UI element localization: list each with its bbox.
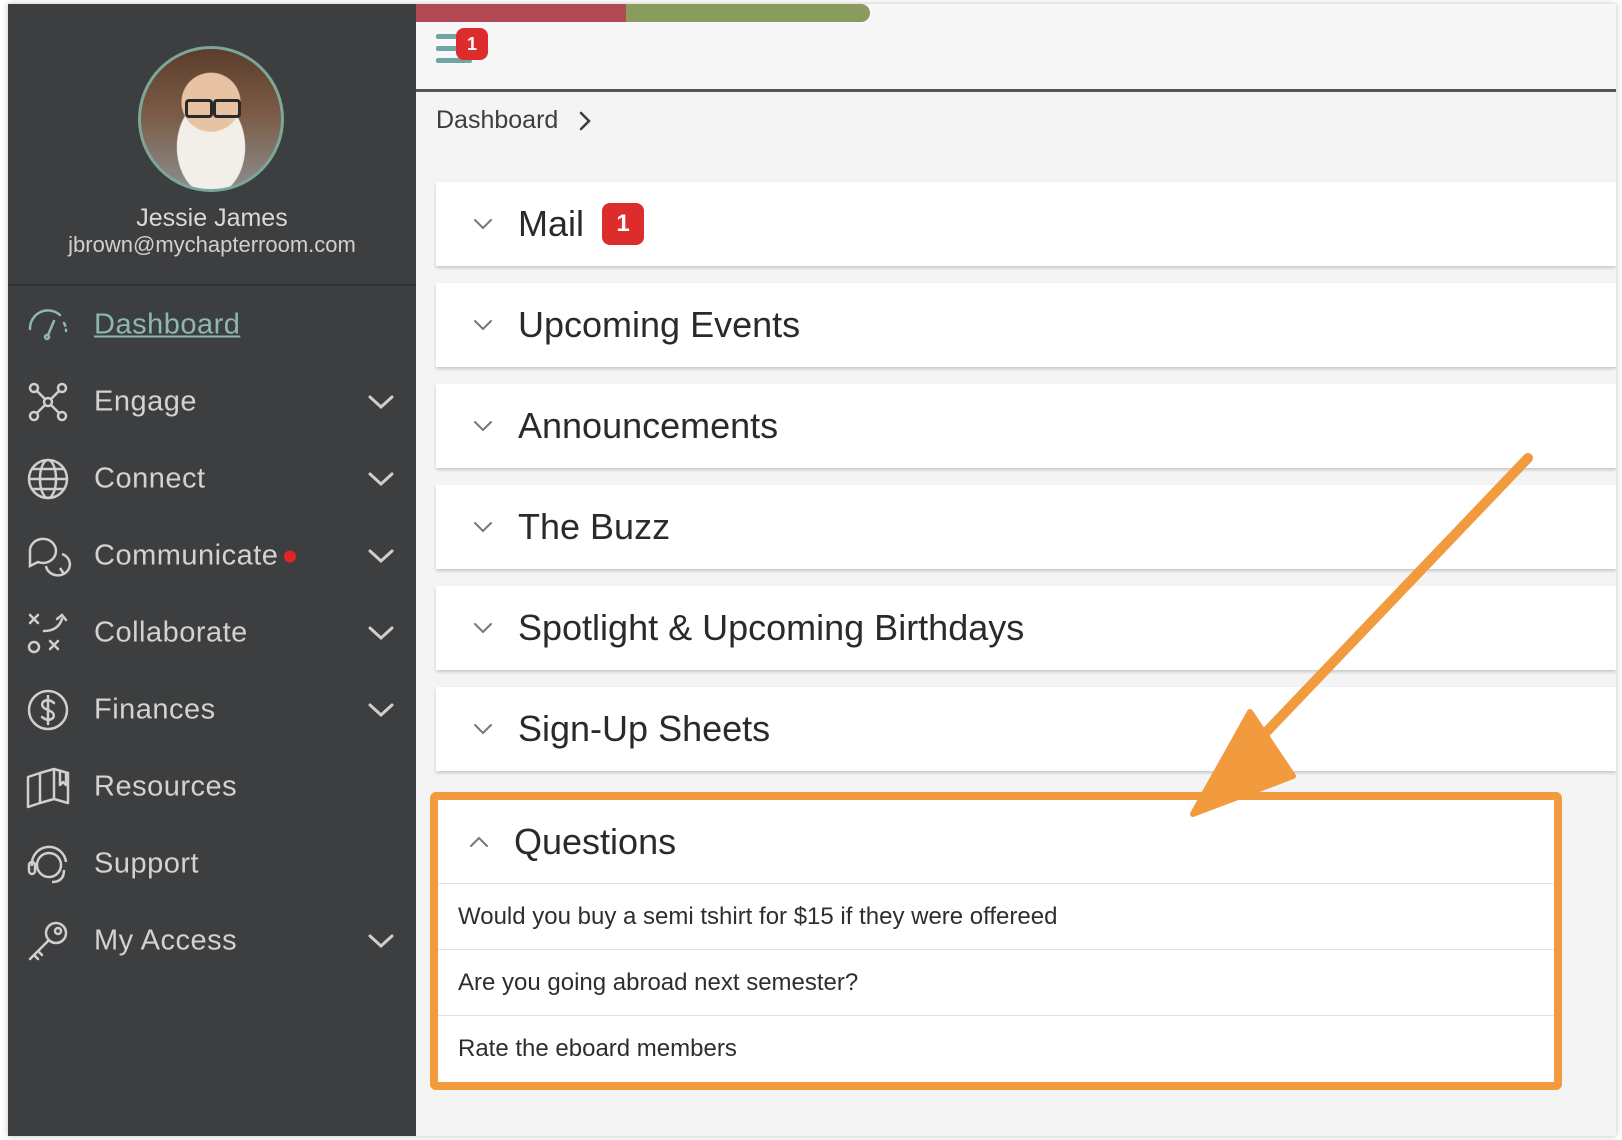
sidebar-item-connect[interactable]: Connect [8, 440, 416, 517]
sidebar-nav: Dashboard Engage Connect Communicate Col… [8, 286, 416, 979]
panel-title-text: Mail [518, 203, 585, 244]
strategy-icon [27, 612, 68, 653]
panel-spotlight-birthdays[interactable]: Spotlight & Upcoming Birthdays [436, 586, 1616, 670]
sidebar-item-label: Dashboard [94, 308, 241, 340]
panel-title: Mail 1 [518, 203, 645, 245]
panel-title: Questions [514, 820, 677, 862]
chevron-down-icon[interactable] [472, 621, 494, 635]
panel-title: Announcements [518, 405, 779, 446]
panel-title: Spotlight & Upcoming Birthdays [518, 607, 1025, 648]
chevron-down-icon[interactable] [366, 546, 396, 566]
chevron-right-icon [580, 111, 592, 130]
questions-header[interactable]: Questions [438, 800, 1554, 884]
notification-dot [284, 550, 297, 563]
panel-title: The Buzz [518, 506, 671, 547]
chevron-down-icon[interactable] [366, 931, 396, 951]
panel-upcoming-events[interactable]: Upcoming Events [436, 283, 1616, 367]
chevron-down-icon[interactable] [366, 623, 396, 643]
chevron-up-icon[interactable] [468, 835, 490, 849]
progress-bar-segment [626, 4, 870, 22]
chat-bubbles-icon [28, 537, 72, 577]
breadcrumb: Dashboard [436, 106, 592, 135]
question-item[interactable]: Are you going abroad next semester? [438, 950, 1554, 1016]
sidebar: Jessie James jbrown@mychapterroom.com Da… [8, 4, 416, 1136]
mail-count-badge: 1 [602, 203, 645, 245]
sidebar-item-label: Resources [94, 770, 238, 802]
progress-bar-segment [416, 4, 626, 22]
question-item[interactable]: Would you buy a semi tshirt for $15 if t… [438, 884, 1554, 950]
sidebar-item-my-access[interactable]: My Access [8, 902, 416, 979]
panel-announcements[interactable]: Announcements [436, 384, 1616, 468]
speedometer-icon [28, 308, 68, 340]
user-name: Jessie James [136, 204, 288, 232]
sidebar-item-communicate[interactable]: Communicate [8, 517, 416, 594]
dollar-icon [27, 689, 69, 730]
question-item[interactable]: Rate the eboard members [438, 1016, 1554, 1082]
sidebar-item-label: Communicate [94, 539, 297, 572]
panel-title: Sign-Up Sheets [518, 708, 771, 749]
sidebar-item-engage[interactable]: Engage [8, 363, 416, 440]
chevron-down-icon[interactable] [366, 392, 396, 412]
chevron-down-icon[interactable] [472, 217, 494, 231]
sidebar-item-label: Collaborate [94, 616, 248, 648]
panel-the-buzz[interactable]: The Buzz [436, 485, 1616, 569]
app-window: Jessie James jbrown@mychapterroom.com Da… [8, 4, 1616, 1136]
menu-notification-badge: 1 [456, 28, 488, 60]
chevron-down-icon[interactable] [472, 722, 494, 736]
user-profile: Jessie James jbrown@mychapterroom.com [8, 4, 416, 286]
chevron-down-icon[interactable] [366, 700, 396, 720]
sidebar-item-resources[interactable]: Resources [8, 748, 416, 825]
panel-mail[interactable]: Mail 1 [436, 182, 1616, 266]
network-icon [28, 382, 68, 421]
panel-questions: Questions Would you buy a semi tshirt fo… [430, 792, 1562, 1090]
panel-sign-up-sheets[interactable]: Sign-Up Sheets [436, 687, 1616, 771]
chevron-down-icon[interactable] [366, 469, 396, 489]
avatar-glasses [185, 99, 241, 118]
headset-icon [27, 845, 68, 883]
sidebar-item-label: Engage [94, 385, 197, 417]
chevron-down-icon[interactable] [472, 419, 494, 433]
sidebar-item-label: Support [94, 847, 200, 879]
sidebar-item-finances[interactable]: Finances [8, 671, 416, 748]
key-icon [28, 921, 68, 960]
sidebar-item-support[interactable]: Support [8, 825, 416, 902]
book-icon [26, 767, 70, 808]
sidebar-item-dashboard[interactable]: Dashboard [8, 286, 416, 363]
chevron-down-icon[interactable] [472, 318, 494, 332]
main-content: 1 Dashboard Mail 1 Upcoming Events Annou… [416, 4, 1616, 1136]
dashboard-panels: Mail 1 Upcoming Events Announcements The… [436, 182, 1616, 788]
chevron-down-icon[interactable] [472, 520, 494, 534]
avatar[interactable] [138, 46, 284, 192]
sidebar-item-label: Finances [94, 693, 216, 725]
user-email: jbrown@mychapterroom.com [68, 232, 356, 257]
sidebar-item-collaborate[interactable]: Collaborate [8, 594, 416, 671]
sidebar-item-label: My Access [94, 924, 238, 956]
sidebar-item-label: Connect [94, 462, 206, 494]
panel-title: Upcoming Events [518, 304, 801, 345]
breadcrumb-item-dashboard[interactable]: Dashboard [436, 106, 558, 135]
top-bar: 1 [416, 4, 1616, 92]
globe-icon [27, 458, 69, 499]
